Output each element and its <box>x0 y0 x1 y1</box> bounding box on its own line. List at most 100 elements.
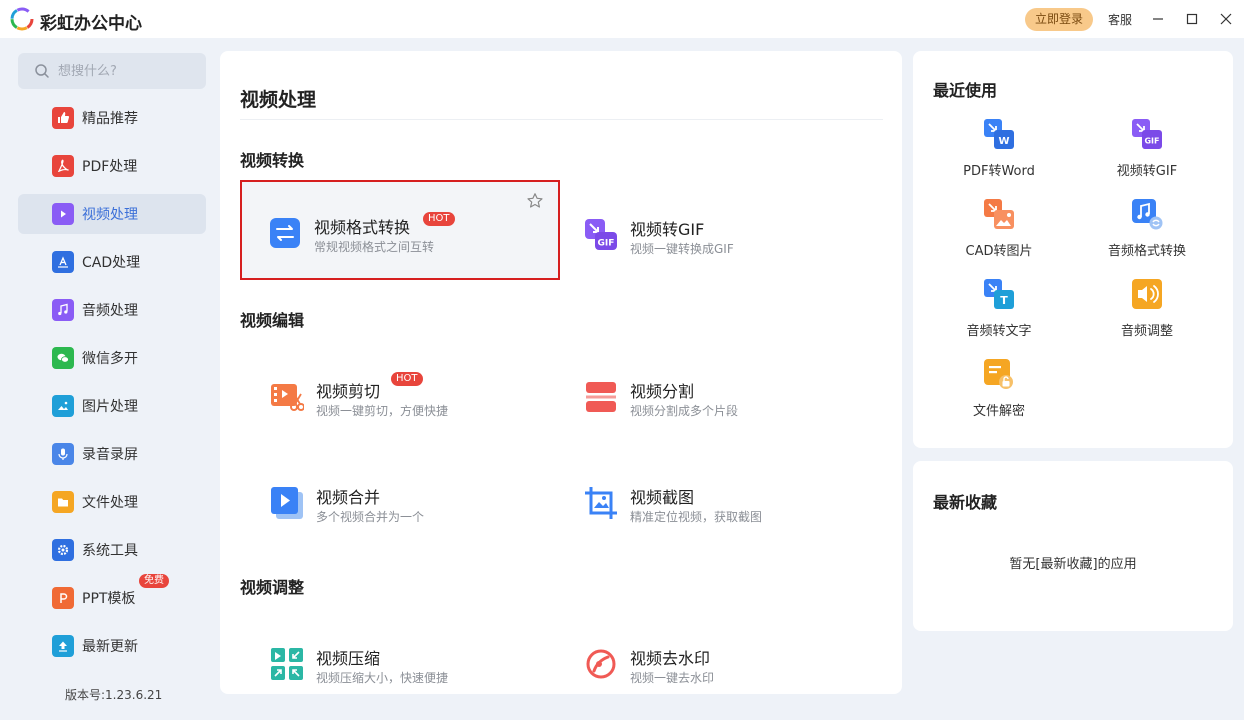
sidebar-item-label: CAD处理 <box>82 255 141 271</box>
recent-item-file-decrypt[interactable]: 文件解密 <box>913 358 1063 438</box>
gear-icon <box>52 539 74 561</box>
tool-video-cut[interactable]: 视频剪切 HOT 视频一键剪切，方便快捷 <box>242 344 562 444</box>
tool-description: 视频一键剪切，方便快捷 <box>316 404 449 418</box>
svg-text:GIF: GIF <box>598 239 615 249</box>
sidebar-item-label: PPT模板 <box>82 591 136 607</box>
recent-title: 最近使用 <box>933 81 998 100</box>
file-decrypt-icon <box>984 359 1013 389</box>
tool-video-screenshot[interactable]: 视频截图 精准定位视频，获取截图 <box>556 450 876 550</box>
tool-name: 视频转GIF <box>630 220 705 239</box>
tool-video-to-gif[interactable]: GIF 视频转GIF 视频一键转换成GIF <box>556 182 876 282</box>
sidebar-item-pdf[interactable]: PDF处理 <box>18 146 206 186</box>
title-bar: 彩虹办公中心 立即登录 客服 <box>0 0 1244 38</box>
sidebar-item-audio[interactable]: 音频处理 <box>18 290 206 330</box>
customer-service-link[interactable]: 客服 <box>1108 11 1132 28</box>
sidebar-item-label: 录音录屏 <box>82 447 138 463</box>
sidebar-item-wechat[interactable]: 微信多开 <box>18 338 206 378</box>
cad-icon <box>52 251 74 273</box>
star-icon[interactable] <box>526 192 544 210</box>
minimize-icon[interactable] <box>1148 9 1168 29</box>
login-button[interactable]: 立即登录 <box>1025 8 1093 31</box>
sidebar-item-cad[interactable]: CAD处理 <box>18 242 206 282</box>
tool-description: 视频分割成多个片段 <box>630 404 739 418</box>
page-title: 视频处理 <box>240 89 317 111</box>
rainbow-logo-icon <box>10 7 34 31</box>
recent-item-label: 文件解密 <box>972 404 1025 419</box>
sidebar-item-image[interactable]: 图片处理 <box>18 386 206 426</box>
search-box[interactable] <box>18 53 206 89</box>
recent-item-pdf-to-word[interactable]: W PDF转Word <box>913 118 1063 198</box>
pdf-to-word-icon: W <box>984 119 1014 149</box>
recent-item-label: 音频调整 <box>1120 324 1173 339</box>
tool-name: 视频格式转换 <box>314 218 411 237</box>
tool-description: 视频一键去水印 <box>630 671 715 685</box>
tool-video-compress[interactable]: 视频压缩 视频压缩大小，快速便捷 <box>242 611 562 694</box>
version-label: 版本号:1.23.6.21 <box>65 688 163 702</box>
recent-item-audio-adjust[interactable]: 音频调整 <box>1061 278 1211 358</box>
tool-name: 视频压缩 <box>316 649 381 668</box>
hot-badge: HOT <box>423 212 455 226</box>
thumbs-up-icon <box>52 107 74 129</box>
sidebar-item-file[interactable]: 文件处理 <box>18 482 206 522</box>
close-icon[interactable] <box>1216 9 1236 29</box>
tool-description: 常规视频格式之间互转 <box>314 240 435 254</box>
tool-video-watermark-remove[interactable]: 视频去水印 视频一键去水印 <box>556 611 876 694</box>
sidebar-item-record[interactable]: 录音录屏 <box>18 434 206 474</box>
sidebar-item-video[interactable]: 视频处理 <box>18 194 206 234</box>
video-play-icon <box>52 203 74 225</box>
microphone-icon <box>52 443 74 465</box>
video-to-gif-icon: GIF <box>1132 119 1162 149</box>
compress-icon <box>271 648 303 680</box>
section-title: 视频转换 <box>240 151 305 170</box>
sidebar-item-label: 文件处理 <box>82 495 138 511</box>
tool-name: 视频去水印 <box>630 649 711 668</box>
sidebar-item-label: 最新更新 <box>82 639 138 655</box>
recent-item-label: PDF转Word <box>963 164 1035 179</box>
pdf-icon <box>52 155 74 177</box>
cad-to-image-icon <box>984 199 1014 229</box>
tool-description: 多个视频合并为一个 <box>316 510 425 524</box>
recent-item-label: 视频转GIF <box>1116 164 1178 179</box>
tool-name: 视频合并 <box>316 488 381 507</box>
recent-item-audio-to-text[interactable]: T 音频转文字 <box>913 278 1063 358</box>
search-input[interactable] <box>58 63 198 79</box>
convert-arrows-icon <box>270 218 300 248</box>
tool-description: 视频一键转换成GIF <box>630 242 734 256</box>
audio-to-text-icon: T <box>984 279 1014 309</box>
main-panel: 视频处理 视频转换 视频格式转换 HOT 常规视频格式之间互转 GIF 视频转G… <box>220 51 902 694</box>
watermark-remove-icon <box>586 649 616 679</box>
recent-item-audio-convert[interactable]: 音频格式转换 <box>1061 198 1211 278</box>
recent-item-cad-to-image[interactable]: CAD转图片 <box>913 198 1063 278</box>
audio-convert-icon <box>1132 199 1163 230</box>
recent-item-label: 音频转文字 <box>966 324 1032 339</box>
recent-item-video-to-gif[interactable]: GIF 视频转GIF <box>1061 118 1211 198</box>
sidebar-item-label: 视频处理 <box>82 207 138 223</box>
sidebar-item-label: 音频处理 <box>82 303 138 319</box>
tool-video-merge[interactable]: 视频合并 多个视频合并为一个 <box>242 450 562 550</box>
tool-video-format-convert[interactable]: 视频格式转换 HOT 常规视频格式之间互转 <box>240 180 560 280</box>
sidebar-item-label: 图片处理 <box>82 399 138 415</box>
music-icon <box>52 299 74 321</box>
svg-text:GIF: GIF <box>1144 137 1159 146</box>
ppt-icon <box>52 587 74 609</box>
sidebar-item-ppt[interactable]: PPT模板 免费 <box>18 574 206 618</box>
free-badge: 免费 <box>139 574 169 588</box>
svg-text:T: T <box>1000 294 1008 307</box>
maximize-icon[interactable] <box>1182 9 1202 29</box>
sidebar-item-updates[interactable]: 最新更新 <box>18 626 206 666</box>
recent-item-label: 音频格式转换 <box>1107 244 1186 259</box>
folder-icon <box>52 491 74 513</box>
search-icon <box>35 64 49 78</box>
section-title: 视频编辑 <box>240 311 305 330</box>
tool-video-split[interactable]: 视频分割 视频分割成多个片段 <box>556 344 876 444</box>
sidebar: 精品推荐 PDF处理 视频处理 CAD处理 音频处理 微信多开 图片处理 <box>0 38 220 720</box>
sidebar-item-label: 系统工具 <box>82 543 138 559</box>
sidebar-item-recommend[interactable]: 精品推荐 <box>18 98 206 138</box>
svg-text:W: W <box>998 136 1009 147</box>
tool-description: 视频压缩大小，快速便捷 <box>316 671 449 685</box>
video-merge-icon <box>271 487 303 519</box>
volume-icon <box>1132 279 1162 309</box>
sidebar-item-system[interactable]: 系统工具 <box>18 530 206 570</box>
sidebar-item-label: 精品推荐 <box>82 111 138 127</box>
upload-icon <box>52 635 74 657</box>
